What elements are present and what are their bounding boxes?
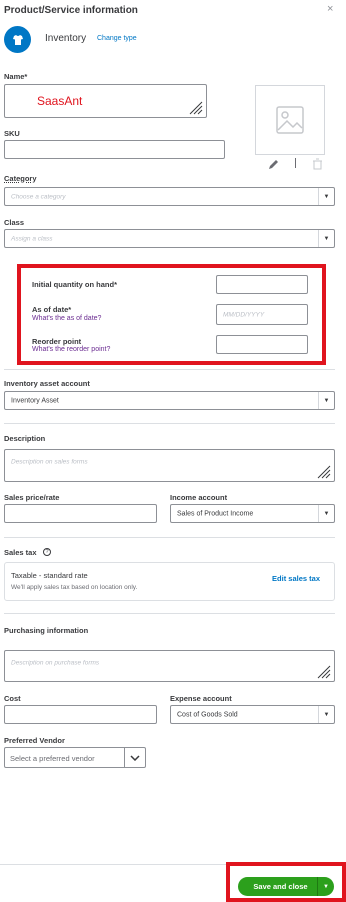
inventory-type-icon bbox=[4, 26, 31, 53]
tax-rate: Taxable - standard rate bbox=[11, 571, 88, 580]
category-placeholder: Choose a category bbox=[11, 193, 66, 200]
vendor-select[interactable]: Select a preferred vendor bbox=[4, 747, 146, 768]
divider bbox=[4, 423, 335, 424]
change-type-link[interactable]: Change type bbox=[97, 35, 137, 42]
qty-label: Initial quantity on hand* bbox=[32, 280, 117, 289]
qty-input[interactable] bbox=[216, 275, 308, 294]
class-select[interactable]: Assign a class ▼ bbox=[4, 229, 335, 248]
chevron-down-icon[interactable]: ▼ bbox=[318, 392, 334, 409]
item-type-name: Inventory bbox=[45, 33, 87, 44]
expense-account-select[interactable]: Cost of Goods Sold ▼ bbox=[170, 705, 335, 724]
description-placeholder: Description on sales forms bbox=[11, 458, 88, 466]
reorder-label: Reorder point bbox=[32, 337, 82, 346]
income-account-select[interactable]: Sales of Product Income ▼ bbox=[170, 504, 335, 523]
sales-tax-card: Taxable - standard rate We'll apply sale… bbox=[4, 562, 335, 601]
asset-account-value: Inventory Asset bbox=[11, 397, 59, 404]
sales-price-input[interactable] bbox=[4, 504, 157, 523]
name-input[interactable]: SaasAnt bbox=[4, 84, 207, 118]
reorder-help-link[interactable]: What's the reorder point? bbox=[32, 346, 110, 353]
resize-handle-icon[interactable] bbox=[316, 665, 332, 679]
expense-account-label: Expense account bbox=[170, 694, 232, 703]
chevron-down-icon[interactable]: ▼ bbox=[318, 230, 334, 247]
income-account-label: Income account bbox=[170, 493, 228, 502]
name-value: SaasAnt bbox=[37, 94, 83, 108]
icon-divider bbox=[295, 158, 296, 168]
resize-handle-icon[interactable] bbox=[188, 101, 204, 115]
edit-sales-tax-link[interactable]: Edit sales tax bbox=[272, 574, 320, 583]
pencil-icon[interactable] bbox=[268, 159, 279, 172]
divider bbox=[4, 369, 335, 370]
asset-account-select[interactable]: Inventory Asset ▼ bbox=[4, 391, 335, 410]
description-label: Description bbox=[4, 434, 46, 443]
vendor-label: Preferred Vendor bbox=[4, 736, 65, 745]
chevron-down-icon[interactable]: ▼ bbox=[318, 188, 334, 205]
as-of-help-link[interactable]: What's the as of date? bbox=[32, 315, 101, 322]
resize-handle-icon[interactable] bbox=[316, 465, 332, 479]
class-label: Class bbox=[4, 218, 25, 227]
asset-account-label: Inventory asset account bbox=[4, 379, 90, 388]
chevron-down-icon[interactable]: ▼ bbox=[318, 884, 334, 890]
save-and-close-button[interactable]: Save and close ▼ bbox=[238, 877, 334, 896]
sku-label: SKU bbox=[4, 129, 20, 138]
panel-title: Product/Service information bbox=[4, 5, 138, 16]
chevron-down-icon[interactable]: ▼ bbox=[318, 505, 334, 522]
category-label: Category bbox=[4, 174, 37, 183]
tax-note: We'll apply sales tax based on location … bbox=[11, 584, 138, 591]
chevron-down-icon[interactable]: ▼ bbox=[318, 706, 334, 723]
cost-label: Cost bbox=[4, 694, 21, 703]
sku-input[interactable] bbox=[4, 140, 225, 159]
expense-account-value: Cost of Goods Sold bbox=[177, 711, 238, 718]
purchasing-label: Purchasing information bbox=[4, 626, 89, 635]
description-input[interactable]: Description on sales forms bbox=[4, 449, 335, 482]
purchase-description-placeholder: Description on purchase forms bbox=[11, 659, 100, 667]
class-placeholder: Assign a class bbox=[11, 235, 53, 242]
category-select[interactable]: Choose a category ▼ bbox=[4, 187, 335, 206]
as-of-label: As of date* bbox=[32, 305, 72, 314]
chevron-down-icon[interactable] bbox=[124, 748, 145, 767]
sales-price-label: Sales price/rate bbox=[4, 493, 60, 502]
reorder-input[interactable] bbox=[216, 335, 308, 354]
image-placeholder-icon[interactable] bbox=[255, 85, 325, 155]
close-icon[interactable]: × bbox=[327, 3, 333, 15]
income-account-value: Sales of Product Income bbox=[177, 510, 254, 517]
divider bbox=[4, 537, 335, 538]
info-icon[interactable]: ? bbox=[43, 548, 51, 556]
trash-icon[interactable] bbox=[312, 158, 323, 172]
divider bbox=[4, 613, 335, 614]
sales-tax-label: Sales tax bbox=[4, 548, 37, 557]
as-of-placeholder: MM/DD/YYYY bbox=[223, 311, 265, 318]
cost-input[interactable] bbox=[4, 705, 157, 724]
vendor-placeholder: Select a preferred vendor bbox=[10, 754, 95, 763]
save-and-close-label: Save and close bbox=[253, 882, 308, 891]
as-of-date-input[interactable]: MM/DD/YYYY bbox=[216, 304, 308, 325]
purchase-description-input[interactable]: Description on purchase forms bbox=[4, 650, 335, 682]
name-label: Name* bbox=[4, 72, 28, 81]
